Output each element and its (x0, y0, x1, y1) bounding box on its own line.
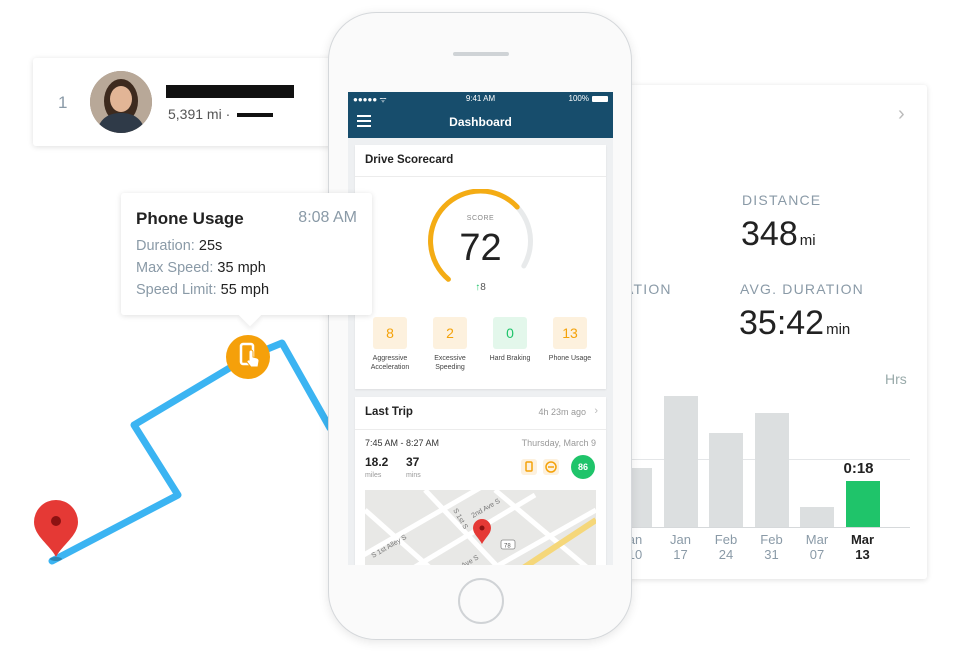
last-trip-card[interactable]: Last Trip 4h 23m ago › 7:45 AM - 8:27 AM… (355, 397, 606, 565)
bar-value-label: 0:18 (843, 460, 874, 477)
chart-bar[interactable] (709, 433, 743, 527)
chart-x-label: Jan 17 (670, 532, 691, 562)
route-shield-label: 78 (504, 544, 511, 550)
battery-icon (592, 96, 608, 102)
leader-distance: 5,391 mi · (168, 106, 231, 122)
phone-speaker (453, 52, 509, 56)
avg-duration-label: AVG. DURATION (740, 281, 864, 297)
chart-x-label: Feb 24 (714, 532, 738, 562)
phone-usage-marker-icon[interactable] (226, 335, 270, 379)
drive-scorecard[interactable]: Drive Scorecard SCORE 72 ↑8 8 Aggressive… (355, 145, 606, 389)
trip-date: Thursday, March 9 (521, 438, 596, 448)
redacted-city (237, 113, 273, 117)
stats-card: › DISTANCE 348 mi ATION AVG. DURATION 35:… (600, 85, 927, 579)
tooltip-title: Phone Usage (136, 209, 244, 228)
leaderboard-row[interactable]: 1 5,391 mi · (33, 58, 363, 146)
battery-text: 100% (568, 94, 589, 103)
rank-number: 1 (58, 93, 68, 112)
route-line (48, 339, 334, 565)
tooltip-speed-limit: Speed Limit: 55 mph (136, 282, 270, 298)
score-label: SCORE (466, 215, 495, 222)
score-delta: ↑8 (475, 282, 486, 293)
trip-miles-unit: miles (365, 472, 382, 479)
metric-excessive-speeding[interactable]: 2 Excessive Speeding (420, 317, 480, 372)
last-trip-ago: 4h 23m ago (538, 407, 586, 417)
tooltip-duration: Duration: 25s (136, 238, 223, 254)
chart-x-label: Mar 13 (850, 532, 875, 562)
metric-phone-usage[interactable]: 13 Phone Usage (540, 317, 600, 363)
trip-map[interactable]: S 1st Alley S 2nd Ave S Ave S S 1st S 78 (365, 490, 596, 565)
distance-label: DISTANCE (742, 192, 822, 208)
divider (355, 176, 606, 177)
chart-x-label: Mar 07 (805, 532, 829, 562)
chart-bar[interactable] (754, 413, 789, 527)
trip-time-range: 7:45 AM - 8:27 AM (365, 438, 440, 448)
chevron-right-icon[interactable]: › (898, 103, 905, 126)
chevron-right-icon[interactable]: › (594, 405, 598, 417)
chart-unit-label: Hrs (885, 371, 907, 387)
metric-hard-braking[interactable]: 0 Hard Braking (480, 317, 540, 363)
phone-screen: ●●●●● ᯤ 9:41 AM 100% Dashboard Drive Sco… (348, 92, 613, 565)
redacted-name (166, 85, 294, 98)
metric-aggressive-acceleration[interactable]: 8 Aggressive Acceleration (360, 317, 420, 372)
avg-duration-value: 35:42 min (739, 304, 851, 342)
chart-bar[interactable] (663, 396, 698, 527)
nav-bar: Dashboard (348, 106, 613, 138)
phone-usage-tooltip: Phone Usage 8:08 AM Duration: 25s Max Sp… (121, 193, 372, 315)
score-value: 72 (459, 227, 502, 269)
speeding-icon (543, 459, 559, 475)
trip-mins-unit: mins (406, 472, 421, 479)
chart-bar[interactable] (800, 507, 834, 527)
tooltip-time: 8:08 AM (298, 209, 357, 226)
phone-frame: ●●●●● ᯤ 9:41 AM 100% Dashboard Drive Sco… (328, 12, 632, 640)
tooltip-max-speed: Max Speed: 35 mph (136, 260, 266, 276)
nav-title: Dashboard (449, 115, 512, 129)
trip-miles-value: 18.2 (365, 455, 389, 469)
divider (355, 429, 606, 430)
map-street-label: Ave S (461, 554, 481, 565)
scorecard-title: Drive Scorecard (365, 154, 454, 166)
chart-bar[interactable] (845, 481, 880, 527)
last-trip-title: Last Trip (365, 406, 413, 418)
status-bar: ●●●●● ᯤ 9:41 AM 100% (348, 92, 613, 106)
trip-score-badge: 86 (571, 455, 595, 479)
chart-x-label: Feb 31 (760, 532, 783, 562)
distance-value: 348 mi (741, 215, 816, 253)
phone-usage-icon (521, 459, 537, 475)
trip-mins-value: 37 (406, 455, 420, 469)
home-button[interactable] (458, 578, 504, 624)
avatar (90, 71, 152, 133)
chart-baseline (620, 527, 910, 528)
